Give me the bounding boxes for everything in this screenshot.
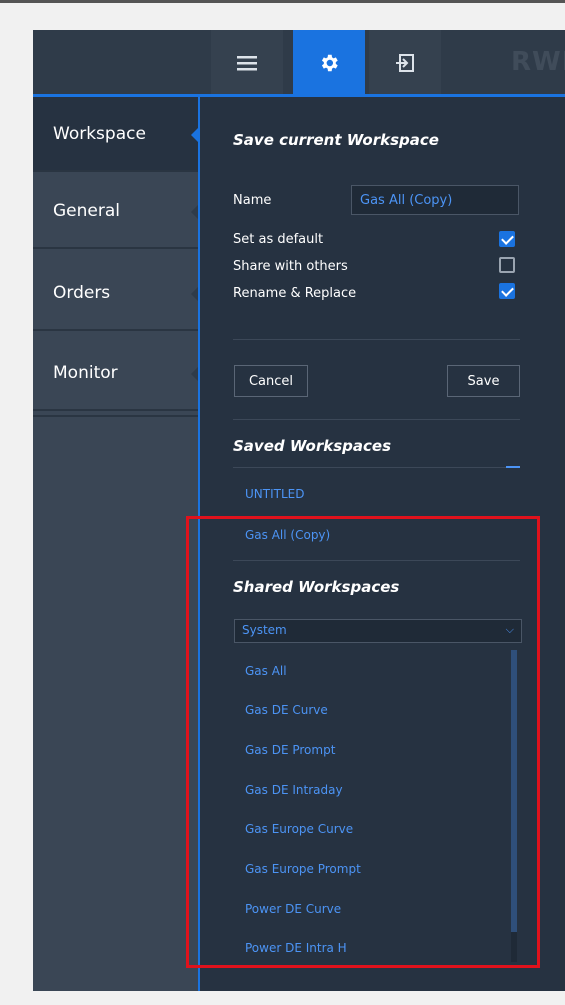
sidebar-item-general[interactable]: General bbox=[33, 174, 199, 249]
hamburger-icon bbox=[237, 55, 257, 70]
saved-workspace-item[interactable]: UNTITLED bbox=[245, 487, 304, 501]
remove-icon[interactable] bbox=[506, 466, 520, 468]
sidebar-item-label: Monitor bbox=[53, 362, 118, 383]
save-button[interactable]: Save bbox=[447, 365, 520, 397]
set-default-label: Set as default bbox=[233, 232, 324, 247]
cancel-button[interactable]: Cancel bbox=[234, 365, 308, 397]
sidebar-item-label: Orders bbox=[53, 282, 111, 303]
sidebar-item-monitor[interactable]: Monitor bbox=[33, 336, 199, 411]
sidebar: Workspace General Orders Monitor bbox=[33, 97, 199, 991]
login-button[interactable] bbox=[369, 30, 441, 95]
share-checkbox[interactable] bbox=[499, 257, 515, 273]
sidebar-item-orders[interactable]: Orders bbox=[33, 256, 199, 331]
sidebar-item-label: Workspace bbox=[53, 123, 146, 144]
saved-section-title: Saved Workspaces bbox=[233, 437, 392, 455]
sidebar-item-workspace[interactable]: Workspace bbox=[33, 97, 199, 172]
brand-logo: RWI bbox=[511, 47, 565, 77]
workspace-name-input[interactable] bbox=[351, 185, 519, 215]
menu-button[interactable] bbox=[211, 30, 283, 95]
window-top-border bbox=[0, 0, 565, 3]
top-toolbar: RWI bbox=[33, 30, 565, 95]
settings-button[interactable] bbox=[293, 30, 365, 95]
set-default-checkbox[interactable] bbox=[499, 231, 515, 247]
name-label: Name bbox=[233, 193, 272, 208]
highlight-box bbox=[186, 516, 540, 968]
sidebar-empty-area bbox=[33, 415, 198, 991]
divider bbox=[233, 339, 520, 340]
share-label: Share with others bbox=[233, 259, 348, 274]
sidebar-item-label: General bbox=[53, 200, 120, 221]
save-section-title: Save current Workspace bbox=[233, 131, 439, 149]
rename-replace-label: Rename & Replace bbox=[233, 286, 357, 301]
divider bbox=[233, 467, 520, 468]
sign-in-icon bbox=[396, 53, 414, 72]
gear-icon bbox=[321, 54, 338, 71]
rename-replace-checkbox[interactable] bbox=[499, 283, 515, 299]
divider bbox=[233, 419, 520, 420]
